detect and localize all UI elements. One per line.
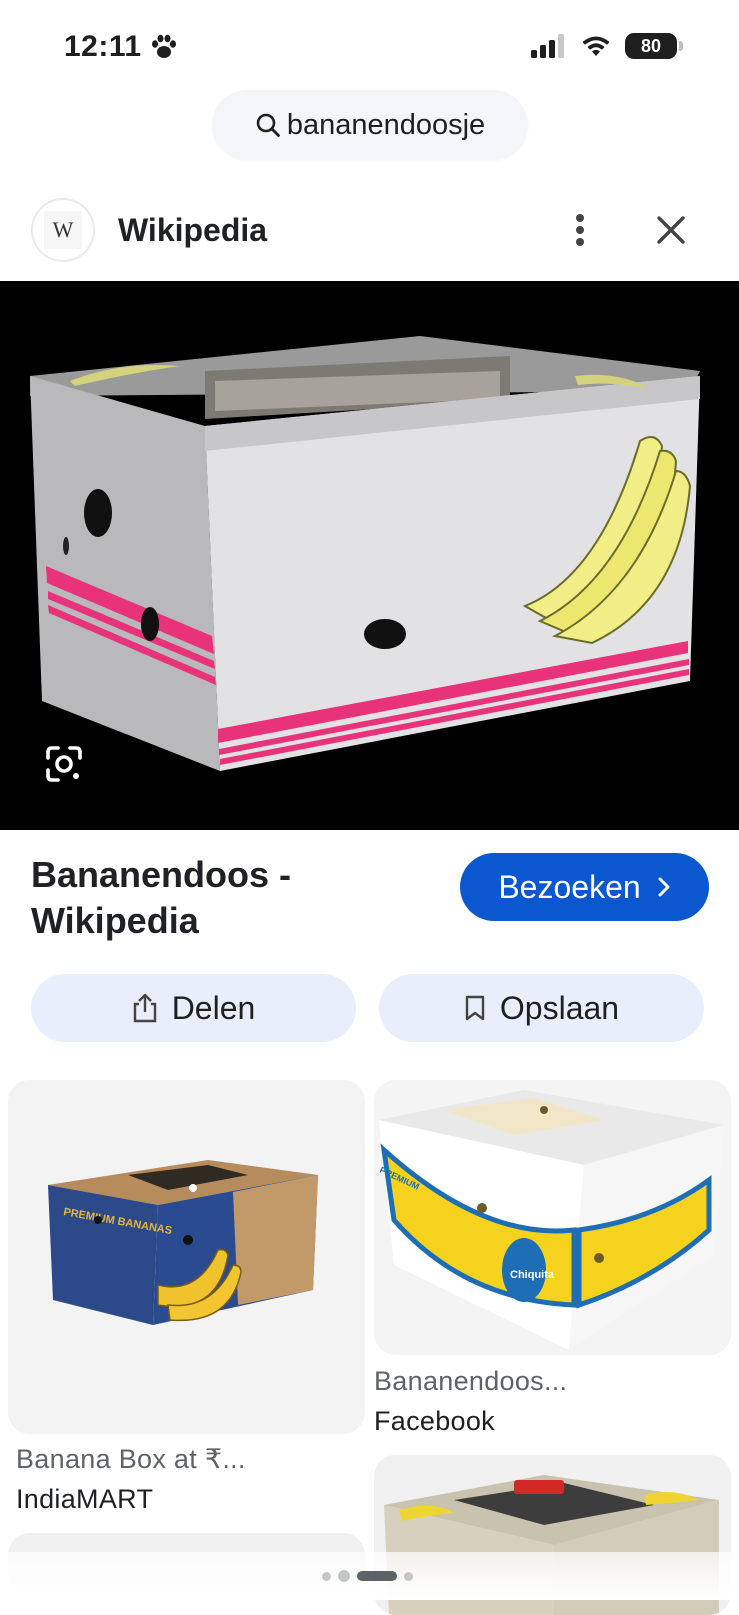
search-query-text: bananendoosje	[286, 108, 486, 141]
share-icon	[133, 993, 156, 1023]
result-title-line2: Wikipedia	[31, 900, 199, 941]
source-header: W Wikipedia	[0, 198, 739, 268]
source-name[interactable]: Wikipedia	[118, 212, 267, 249]
chevron-right-icon	[658, 877, 670, 897]
time-text: 12:11	[64, 30, 142, 63]
related-source-1: IndiaMART	[16, 1484, 154, 1514]
signal-icon	[531, 34, 564, 58]
visit-button-label: Bezoeken	[498, 868, 641, 905]
wikipedia-logo-letter: W	[52, 217, 74, 242]
battery-indicator: 80	[625, 33, 683, 59]
lens-search-icon[interactable]	[44, 744, 84, 784]
related-title-2[interactable]: Bananendoos...	[374, 1366, 567, 1397]
status-bar: 12:11 80	[0, 0, 739, 90]
related-image-card[interactable]: Chiquita PREMIUM	[374, 1080, 731, 1355]
search-query-pill[interactable]: bananendoosje	[212, 90, 528, 160]
bookmark-icon	[465, 995, 485, 1021]
result-title-line1: Bananendoos -	[31, 854, 292, 895]
more-options-icon[interactable]	[565, 210, 595, 250]
banana-box-image	[0, 281, 739, 830]
blue-banana-box-image: PREMIUM BANANAS	[8, 1080, 365, 1434]
related-title-1[interactable]: Banana Box at ₹...	[16, 1444, 246, 1475]
status-icons: 80	[531, 33, 683, 59]
chiquita-box-image: Chiquita PREMIUM	[374, 1080, 731, 1355]
page-indicator	[322, 1570, 413, 1582]
page-dot	[338, 1570, 350, 1582]
page-dot	[322, 1571, 331, 1581]
search-icon	[256, 113, 280, 137]
preview-image[interactable]	[0, 281, 739, 830]
wifi-icon	[582, 36, 610, 56]
close-icon[interactable]	[652, 211, 690, 249]
result-title[interactable]: Bananendoos - Wikipedia	[31, 852, 411, 944]
clock: 12:11	[64, 30, 178, 64]
battery-level: 80	[640, 35, 662, 56]
box-label-chiquita: Chiquita	[510, 1269, 555, 1281]
wikipedia-logo[interactable]: W	[31, 198, 95, 262]
page-dot	[404, 1571, 413, 1581]
related-image-card[interactable]: PREMIUM BANANAS	[8, 1080, 365, 1434]
page-dot-active	[357, 1571, 397, 1581]
share-button[interactable]: Delen	[31, 974, 356, 1042]
visit-button[interactable]: Bezoeken	[460, 853, 709, 921]
share-button-label: Delen	[171, 989, 256, 1026]
save-button[interactable]: Opslaan	[379, 974, 704, 1042]
paw-icon	[151, 34, 176, 58]
save-button-label: Opslaan	[499, 989, 620, 1026]
related-source-2: Facebook	[374, 1406, 495, 1436]
